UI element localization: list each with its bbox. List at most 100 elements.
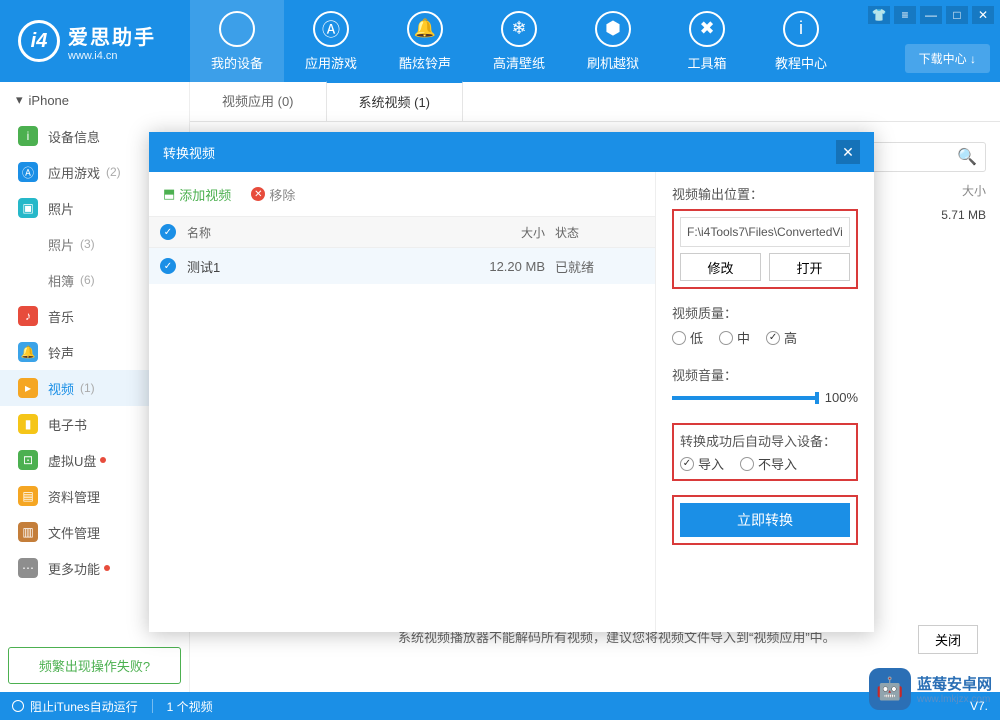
brand-url: www.i4.cn [68, 50, 156, 62]
auto-import-no-radio[interactable]: 不导入 [740, 454, 797, 473]
bell-icon: 🔔 [407, 11, 443, 47]
row-status: 已就绪 [555, 257, 655, 276]
minimize-button[interactable]: — [920, 6, 942, 24]
dialog-title: 转换视频 [163, 143, 215, 162]
convert-now-button[interactable]: 立即转换 [680, 503, 850, 537]
row-size: 12.20 MB [455, 259, 555, 274]
▤-icon: ▤ [18, 486, 38, 506]
window-controls: 👕 ≡ — □ ✕ [868, 6, 994, 24]
device-selector[interactable]: ▾ iPhone [0, 82, 189, 118]
dialog-header: 转换视频 ✕ [149, 132, 874, 172]
row-size-value: 5.71 MB [941, 208, 986, 222]
quality-low-radio[interactable]: 低 [672, 328, 703, 347]
sidebar-item-label: 设备信息 [48, 127, 100, 146]
maximize-button[interactable]: □ [946, 6, 968, 24]
dialog-close-button[interactable]: ✕ [836, 140, 860, 164]
▥-icon: ▥ [18, 522, 38, 542]
tab-video-apps[interactable]: 视频应用 (0) [190, 82, 326, 121]
nav-flash-jailbreak[interactable]: ⬢刷机越狱 [566, 0, 660, 82]
nav-my-device[interactable]: 我的设备 [190, 0, 284, 82]
watermark: 🤖 蓝莓安卓网 www.lmkjzx.com [869, 668, 992, 710]
radio-label: 高 [784, 328, 797, 347]
content-tabs: 视频应用 (0) 系统视频 (1) [190, 82, 1000, 122]
i-icon: i [18, 126, 38, 146]
download-center-button[interactable]: 下载中心 ↓ [905, 44, 990, 73]
row-checkbox[interactable]: ✓ [160, 258, 176, 274]
skin-button[interactable]: 👕 [868, 6, 890, 24]
col-name: 名称 [187, 224, 455, 241]
apps-icon: Ⓐ [313, 11, 349, 47]
snowflake-icon: ❄ [501, 11, 537, 47]
count-badge: (1) [80, 381, 95, 395]
col-status: 状态 [555, 224, 655, 241]
remove-label: 移除 [269, 185, 295, 204]
sidebar-item-label: 音乐 [48, 307, 74, 326]
radio-label: 低 [690, 328, 703, 347]
nav-apps-games[interactable]: Ⓐ 应用游戏 [284, 0, 378, 82]
brand-name: 爱思助手 [68, 21, 156, 50]
quality-high-radio[interactable]: 高 [766, 328, 797, 347]
volume-slider[interactable]: 100% [672, 390, 858, 405]
help-link[interactable]: 频繁出现操作失败? [8, 647, 181, 684]
radio-label: 导入 [698, 454, 724, 473]
nav-tutorials[interactable]: i教程中心 [754, 0, 848, 82]
output-highlight: 修改 打开 [672, 209, 858, 289]
row-name: 测试1 [187, 257, 455, 276]
nav-label: 我的设备 [211, 53, 263, 72]
🔔-icon: 🔔 [18, 342, 38, 362]
device-name: iPhone [29, 93, 69, 108]
radio-label: 中 [737, 328, 750, 347]
modify-button[interactable]: 修改 [680, 253, 761, 281]
▸-icon: ▸ [18, 378, 38, 398]
nav-ringtones[interactable]: 🔔酷炫铃声 [378, 0, 472, 82]
nav-toolbox[interactable]: ✖工具箱 [660, 0, 754, 82]
nav-label: 刷机越狱 [587, 53, 639, 72]
remove-icon: ✕ [251, 187, 265, 201]
video-count: 1 个视频 [167, 698, 213, 715]
▣-icon: ▣ [18, 198, 38, 218]
tools-icon: ✖ [689, 11, 725, 47]
⋯-icon: ⋯ [18, 558, 38, 578]
table-header: ✓ 名称 大小 状态 [149, 216, 655, 248]
itunes-block-toggle[interactable]: 阻止iTunes自动运行 [30, 698, 138, 715]
logo-icon: i4 [18, 20, 60, 62]
nav-label: 高清壁纸 [493, 53, 545, 72]
search-icon: 🔍 [957, 147, 977, 167]
menu-button[interactable]: ≡ [894, 6, 916, 24]
info-icon: i [783, 11, 819, 47]
col-size-header: 大小 [962, 182, 986, 199]
radio-label: 不导入 [758, 454, 797, 473]
quality-mid-radio[interactable]: 中 [719, 328, 750, 347]
table-row[interactable]: ✓ 测试1 12.20 MB 已就绪 [149, 248, 655, 284]
♪-icon: ♪ [18, 306, 38, 326]
close-button[interactable]: ✕ [972, 6, 994, 24]
col-size: 大小 [455, 224, 555, 241]
open-button[interactable]: 打开 [769, 253, 850, 281]
sidebar-item-label: 铃声 [48, 343, 74, 362]
volume-label: 视频音量： [672, 365, 858, 384]
sidebar-item-label: 虚拟U盘 [48, 451, 96, 470]
add-video-button[interactable]: ⬒添加视频 [163, 185, 231, 204]
sidebar-item-label: 更多功能 [48, 559, 100, 578]
auto-import-yes-radio[interactable]: 导入 [680, 454, 724, 473]
nav-label: 应用游戏 [305, 53, 357, 72]
nav-wallpapers[interactable]: ❄ 高清壁纸 [472, 0, 566, 82]
output-path-input[interactable] [680, 217, 850, 247]
chevron-down-icon: ▾ [16, 92, 23, 108]
radio-off-icon[interactable] [12, 700, 24, 712]
⊡-icon: ⊡ [18, 450, 38, 470]
apple-icon [219, 11, 255, 47]
close-button[interactable]: 关闭 [918, 625, 978, 654]
sidebar-item-label: 照片 [48, 199, 74, 218]
add-label: 添加视频 [179, 185, 231, 204]
remove-button[interactable]: ✕ 移除 [251, 185, 295, 204]
quality-radios: 低 中 高 [672, 328, 858, 347]
tab-system-videos[interactable]: 系统视频 (1) [326, 81, 464, 121]
convert-video-dialog: 转换视频 ✕ ⬒添加视频 ✕ 移除 ✓ 名称 大小 状态 ✓ 测试1 12.20 … [149, 132, 874, 632]
count-badge: (6) [80, 273, 95, 287]
auto-import-highlight: 转换成功后自动导入设备： 导入 不导入 [672, 423, 858, 481]
sidebar-item-label: 应用游戏 [48, 163, 100, 182]
convert-highlight: 立即转换 [672, 495, 858, 545]
select-all-checkbox[interactable]: ✓ [160, 224, 176, 240]
count-badge: (2) [106, 165, 121, 179]
